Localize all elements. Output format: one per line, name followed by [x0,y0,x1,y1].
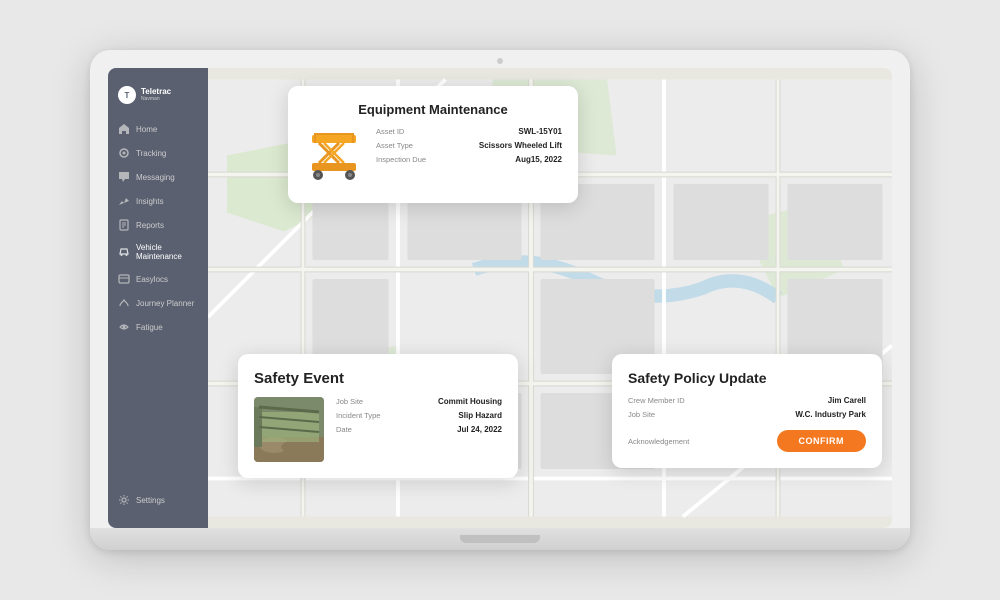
job-site-label: Job Site [336,397,363,406]
safety-event-card: Safety Event [238,354,518,478]
sidebar-item-label: Fatigue [136,323,163,332]
date-label: Date [336,425,352,434]
confirm-button[interactable]: CONFIRM [777,430,867,452]
settings-item[interactable]: Settings [108,484,208,516]
vehicle-maintenance-icon [118,246,130,258]
sidebar-item-fatigue[interactable]: Fatigue [108,316,208,338]
settings-label: Settings [136,496,165,505]
sidebar-item-vehicle-maintenance[interactable]: Vehicle Maintenance [108,238,208,266]
equipment-card-title: Equipment Maintenance [304,102,562,117]
crew-member-label: Crew Member ID [628,396,685,405]
sidebar-item-easylocs[interactable]: Easylocs [108,268,208,290]
settings-icon [118,494,130,506]
safety-event-title: Safety Event [254,370,502,387]
logo-icon: T [118,86,136,104]
asset-type-label: Asset Type [376,141,413,150]
inspection-due-value: Aug15, 2022 [515,155,562,164]
field-row-date: Date Jul 24, 2022 [336,425,502,434]
laptop-shell: T Teletrac Navman Home Tracking Messagin [90,50,910,550]
sidebar-item-reports[interactable]: Reports [108,214,208,236]
tracking-icon [118,147,130,159]
policy-job-site-label: Job Site [628,410,655,419]
asset-type-value: Scissors Wheeled Lift [479,141,562,150]
sidebar-item-label: Vehicle Maintenance [136,243,198,261]
incident-type-value: Slip Hazard [458,411,502,420]
field-row-incident-type: Incident Type Slip Hazard [336,411,502,420]
equipment-image [304,127,364,187]
acknowledgement-label: Acknowledgement [628,437,689,446]
safety-event-fields: Job Site Commit Housing Incident Type Sl… [336,397,502,462]
fatigue-icon [118,321,130,333]
sidebar-item-label: Home [136,125,157,134]
equipment-card-content: Asset ID SWL-15Y01 Asset Type Scissors W… [304,127,562,187]
home-icon [118,123,130,135]
asset-id-value: SWL-15Y01 [518,127,562,136]
sidebar-item-label: Journey Planner [136,299,194,308]
sidebar-item-home[interactable]: Home [108,118,208,140]
messaging-icon [118,171,130,183]
main-content: Equipment Maintenance [208,68,892,528]
inspection-due-label: Inspection Due [376,155,426,164]
asset-id-label: Asset ID [376,127,404,136]
field-row-asset-type: Asset Type Scissors Wheeled Lift [376,141,562,150]
safety-policy-card: Safety Policy Update Crew Member ID Jim … [612,354,882,468]
reports-icon [118,219,130,231]
date-value: Jul 24, 2022 [457,425,502,434]
safety-image-svg [254,397,324,462]
crew-member-value: Jim Carell [828,396,866,405]
field-row-crew-member: Crew Member ID Jim Carell [628,396,866,405]
incident-type-label: Incident Type [336,411,380,420]
safety-policy-title: Safety Policy Update [628,370,866,386]
safety-event-image [254,397,324,462]
sidebar-item-label: Messaging [136,173,175,182]
laptop-base [90,528,910,550]
logo-text: Teletrac [141,88,171,97]
sidebar-item-label: Tracking [136,149,166,158]
sidebar-item-tracking[interactable]: Tracking [108,142,208,164]
policy-job-site-value: W.C. Industry Park [795,410,866,419]
scissor-lift-svg [304,127,364,187]
laptop-base-notch [460,535,540,543]
sidebar-nav: Home Tracking Messaging Insights Reports [108,118,208,484]
equipment-fields: Asset ID SWL-15Y01 Asset Type Scissors W… [376,127,562,187]
job-site-value: Commit Housing [438,397,502,406]
field-row-acknowledgement: Acknowledgement CONFIRM [628,430,866,452]
sidebar-item-label: Easylocs [136,275,168,284]
field-row-asset-id: Asset ID SWL-15Y01 [376,127,562,136]
safety-policy-fields: Crew Member ID Jim Carell Job Site W.C. … [628,396,866,452]
logo-subtext: Navman [141,96,171,102]
insights-icon [118,195,130,207]
sidebar: T Teletrac Navman Home Tracking Messagin [108,68,208,528]
field-row-job-site: Job Site Commit Housing [336,397,502,406]
sidebar-item-insights[interactable]: Insights [108,190,208,212]
easylocs-icon [118,273,130,285]
sidebar-logo: T Teletrac Navman [108,80,208,118]
sidebar-item-label: Reports [136,221,164,230]
sidebar-item-label: Insights [136,197,164,206]
camera-dot [497,58,503,64]
equipment-maintenance-card: Equipment Maintenance [288,86,578,203]
sidebar-item-messaging[interactable]: Messaging [108,166,208,188]
field-row-inspection-due: Inspection Due Aug15, 2022 [376,155,562,164]
laptop-screen: T Teletrac Navman Home Tracking Messagin [108,68,892,528]
journey-planner-icon [118,297,130,309]
sidebar-item-journey-planner[interactable]: Journey Planner [108,292,208,314]
field-row-policy-job-site: Job Site W.C. Industry Park [628,410,866,419]
safety-event-content: Job Site Commit Housing Incident Type Sl… [254,397,502,462]
